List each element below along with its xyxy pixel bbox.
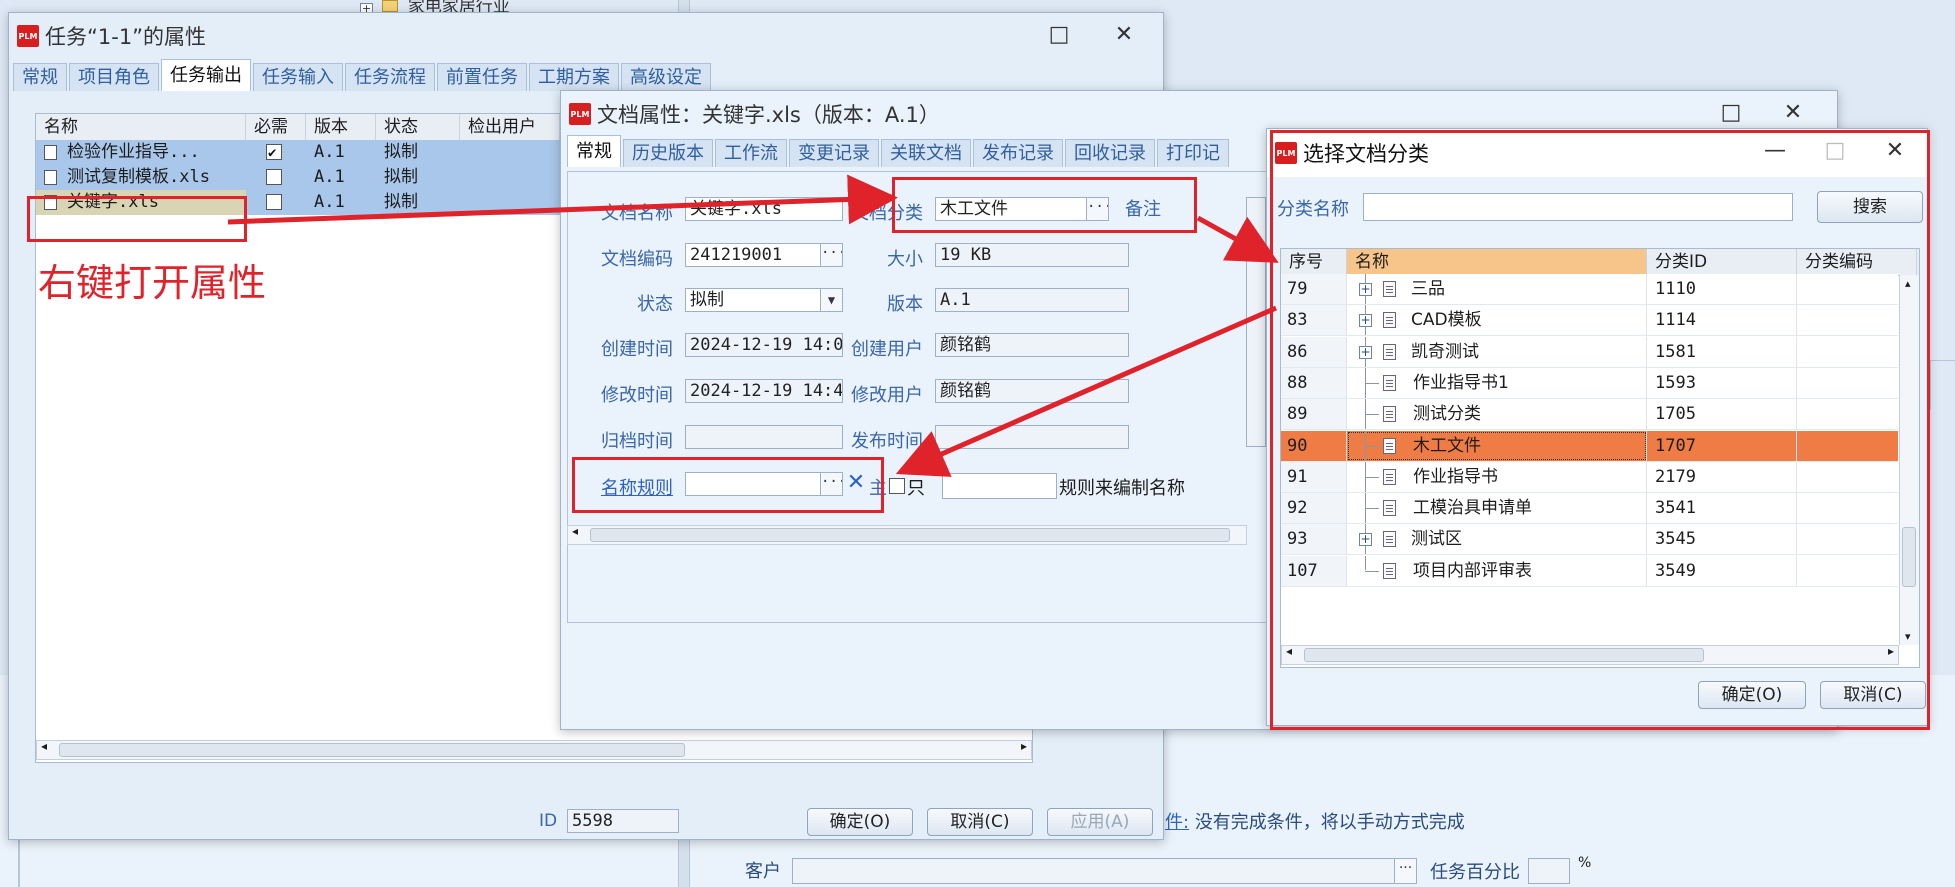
arrow-dialog-to-naming-rule [895, 305, 1278, 477]
annotation-arrows [227, 174, 1279, 477]
arrow-category-to-dialog [1196, 215, 1279, 263]
arrow-row-to-category [227, 174, 898, 225]
